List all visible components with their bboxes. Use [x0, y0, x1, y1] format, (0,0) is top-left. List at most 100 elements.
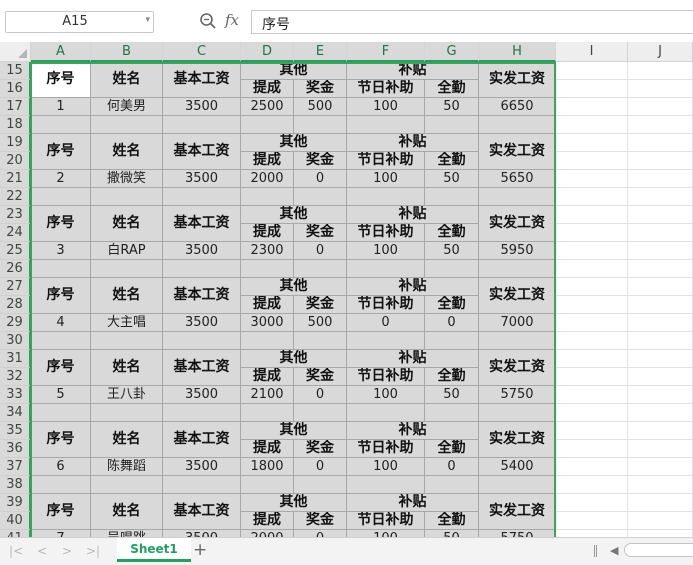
column-header-i[interactable]: I — [556, 42, 628, 62]
header-cell-net-salary[interactable]: 实发工资 — [479, 494, 556, 530]
data-cell-seq[interactable]: 2 — [31, 170, 91, 188]
header-cell-base-salary[interactable]: 基本工资 — [163, 278, 241, 314]
empty-cell[interactable] — [556, 404, 628, 422]
header-cell-other[interactable]: 其他 — [241, 494, 347, 512]
header-cell-net-salary[interactable]: 实发工资 — [479, 62, 556, 98]
empty-cell[interactable] — [628, 134, 693, 152]
data-cell-holiday-subsidy[interactable]: 0 — [347, 314, 425, 332]
empty-cell[interactable] — [556, 458, 628, 476]
data-cell-commission[interactable]: 1800 — [241, 458, 294, 476]
empty-cell[interactable] — [479, 116, 556, 134]
data-cell-name[interactable]: 大主唱 — [91, 314, 163, 332]
empty-cell[interactable] — [628, 404, 693, 422]
header-cell-name[interactable]: 姓名 — [91, 422, 163, 458]
row-header-16[interactable]: 16 — [0, 80, 31, 98]
empty-cell[interactable] — [628, 458, 693, 476]
header-cell-bonus[interactable]: 奖金 — [294, 296, 347, 314]
data-cell-name[interactable]: 白RAP — [91, 242, 163, 260]
data-cell-attendance[interactable]: 50 — [425, 98, 479, 116]
header-cell-seq[interactable]: 序号 — [31, 422, 91, 458]
data-cell-seq[interactable]: 1 — [31, 98, 91, 116]
row-header-39[interactable]: 39 — [0, 494, 31, 512]
empty-cell[interactable] — [31, 476, 91, 494]
header-cell-commission[interactable]: 提成 — [241, 368, 294, 386]
sheet-tab-sheet1[interactable]: Sheet1 — [117, 538, 191, 562]
empty-cell[interactable] — [556, 440, 628, 458]
empty-cell[interactable] — [241, 260, 294, 278]
empty-cell[interactable] — [91, 476, 163, 494]
tab-split-handle[interactable] — [594, 545, 597, 557]
row-header-37[interactable]: 37 — [0, 458, 31, 476]
empty-cell[interactable] — [163, 260, 241, 278]
empty-cell[interactable] — [31, 116, 91, 134]
data-cell-seq[interactable]: 6 — [31, 458, 91, 476]
empty-cell[interactable] — [628, 494, 693, 512]
row-header-23[interactable]: 23 — [0, 206, 31, 224]
row-header-26[interactable]: 26 — [0, 260, 31, 278]
header-cell-net-salary[interactable]: 实发工资 — [479, 206, 556, 242]
row-header-18[interactable]: 18 — [0, 116, 31, 134]
header-cell-seq[interactable]: 序号 — [31, 494, 91, 530]
row-header-24[interactable]: 24 — [0, 224, 31, 242]
empty-cell[interactable] — [425, 116, 479, 134]
first-sheet-icon[interactable]: |< — [9, 544, 23, 558]
data-cell-holiday-subsidy[interactable]: 100 — [347, 386, 425, 404]
empty-cell[interactable] — [556, 170, 628, 188]
data-cell-bonus[interactable]: 0 — [294, 170, 347, 188]
header-cell-subsidy[interactable]: 补贴 — [347, 494, 479, 512]
empty-cell[interactable] — [556, 242, 628, 260]
data-cell-net-salary[interactable]: 5650 — [479, 170, 556, 188]
empty-cell[interactable] — [628, 98, 693, 116]
empty-cell[interactable] — [556, 422, 628, 440]
empty-cell[interactable] — [163, 332, 241, 350]
data-cell-commission[interactable]: 2000 — [241, 170, 294, 188]
empty-cell[interactable] — [556, 206, 628, 224]
data-cell-attendance[interactable]: 50 — [425, 242, 479, 260]
empty-cell[interactable] — [628, 80, 693, 98]
data-cell-name[interactable]: 何美男 — [91, 98, 163, 116]
empty-cell[interactable] — [347, 116, 425, 134]
header-cell-attendance[interactable]: 全勤 — [425, 368, 479, 386]
empty-cell[interactable] — [31, 332, 91, 350]
empty-cell[interactable] — [628, 476, 693, 494]
row-header-27[interactable]: 27 — [0, 278, 31, 296]
header-cell-net-salary[interactable]: 实发工资 — [479, 278, 556, 314]
empty-cell[interactable] — [425, 332, 479, 350]
data-cell-base-salary[interactable]: 3500 — [163, 242, 241, 260]
empty-cell[interactable] — [556, 332, 628, 350]
column-header-b[interactable]: B — [91, 42, 163, 62]
row-header-17[interactable]: 17 — [0, 98, 31, 116]
header-cell-subsidy[interactable]: 补贴 — [347, 134, 479, 152]
horizontal-scrollbar[interactable] — [624, 543, 693, 557]
data-cell-seq[interactable]: 4 — [31, 314, 91, 332]
data-cell-name[interactable]: 陈舞蹈 — [91, 458, 163, 476]
row-header-28[interactable]: 28 — [0, 296, 31, 314]
empty-cell[interactable] — [347, 260, 425, 278]
row-header-36[interactable]: 36 — [0, 440, 31, 458]
header-cell-attendance[interactable]: 全勤 — [425, 152, 479, 170]
header-cell-seq[interactable]: 序号 — [31, 62, 91, 98]
empty-cell[interactable] — [556, 80, 628, 98]
column-header-c[interactable]: C — [163, 42, 241, 62]
column-header-h[interactable]: H — [479, 42, 556, 62]
data-cell-bonus[interactable]: 500 — [294, 314, 347, 332]
empty-cell[interactable] — [294, 404, 347, 422]
empty-cell[interactable] — [347, 188, 425, 206]
empty-cell[interactable] — [556, 476, 628, 494]
empty-cell[interactable] — [91, 188, 163, 206]
empty-cell[interactable] — [479, 332, 556, 350]
column-header-e[interactable]: E — [294, 42, 347, 62]
empty-cell[interactable] — [628, 314, 693, 332]
empty-cell[interactable] — [241, 404, 294, 422]
data-cell-name[interactable]: 撒微笑 — [91, 170, 163, 188]
header-cell-base-salary[interactable]: 基本工资 — [163, 62, 241, 98]
header-cell-base-salary[interactable]: 基本工资 — [163, 422, 241, 458]
empty-cell[interactable] — [294, 188, 347, 206]
header-cell-commission[interactable]: 提成 — [241, 80, 294, 98]
empty-cell[interactable] — [628, 278, 693, 296]
scroll-left-icon[interactable]: ◀ — [610, 544, 618, 557]
empty-cell[interactable] — [556, 152, 628, 170]
header-cell-attendance[interactable]: 全勤 — [425, 440, 479, 458]
header-cell-name[interactable]: 姓名 — [91, 350, 163, 386]
empty-cell[interactable] — [241, 476, 294, 494]
